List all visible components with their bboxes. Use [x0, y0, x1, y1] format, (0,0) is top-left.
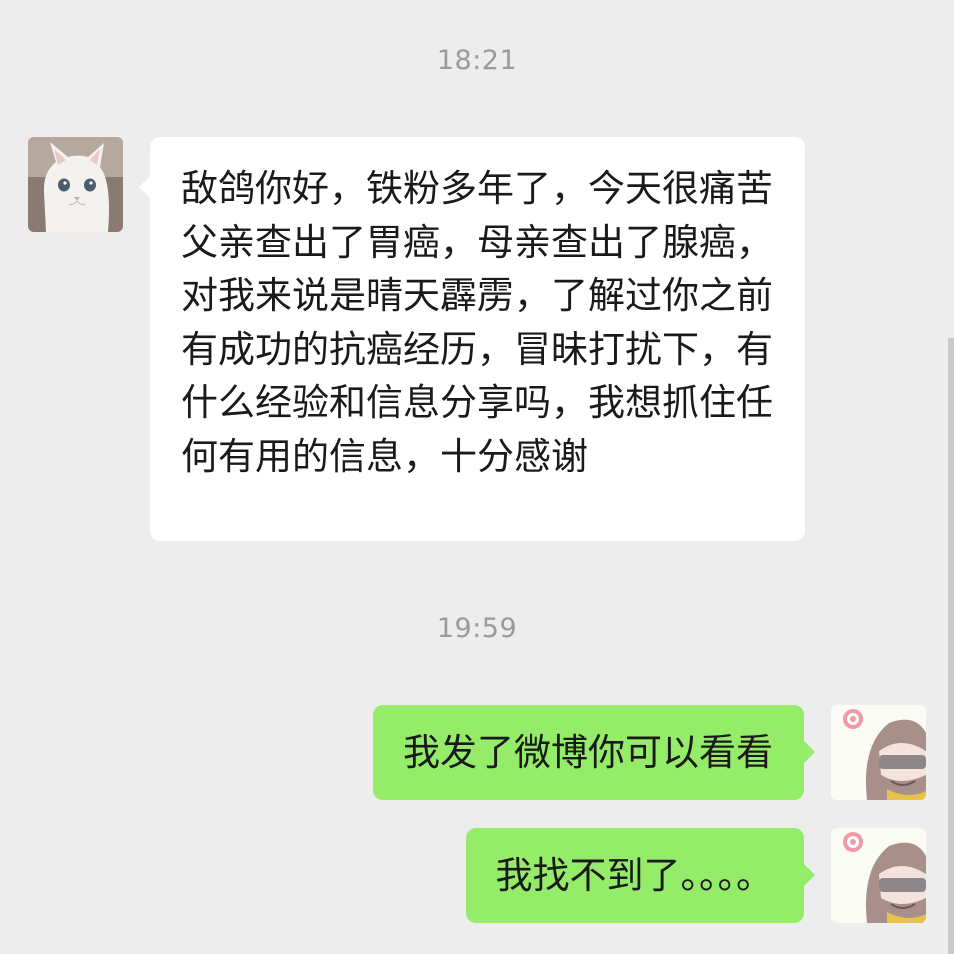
message-timestamp: 18:21 — [436, 45, 518, 76]
anime-girl-avatar-icon — [831, 828, 926, 923]
anime-girl-avatar-icon — [831, 705, 926, 800]
my-avatar[interactable] — [831, 705, 926, 800]
white-cat-avatar-icon — [28, 137, 123, 232]
outgoing-message-bubble[interactable]: 我找不到了。。。。 — [465, 828, 815, 923]
contact-avatar[interactable] — [28, 137, 123, 232]
outgoing-message-bubble[interactable]: 我发了微博你可以看看 — [373, 705, 815, 800]
my-avatar[interactable] — [831, 828, 926, 923]
scrollbar[interactable] — [948, 338, 954, 954]
incoming-message-text: 敌鸽你好，铁粉多年了，今天很痛苦父亲查出了胃癌，母亲查出了腺癌，对我来说是晴天霹… — [181, 167, 773, 478]
outgoing-message-text: 我找不到了。。。。 — [495, 853, 774, 897]
message-timestamp: 19:59 — [436, 613, 518, 644]
incoming-message-bubble[interactable]: 敌鸽你好，铁粉多年了，今天很痛苦父亲查出了胃癌，母亲查出了腺癌，对我来说是晴天霹… — [139, 137, 805, 541]
outgoing-message-text: 我发了微博你可以看看 — [403, 730, 773, 774]
